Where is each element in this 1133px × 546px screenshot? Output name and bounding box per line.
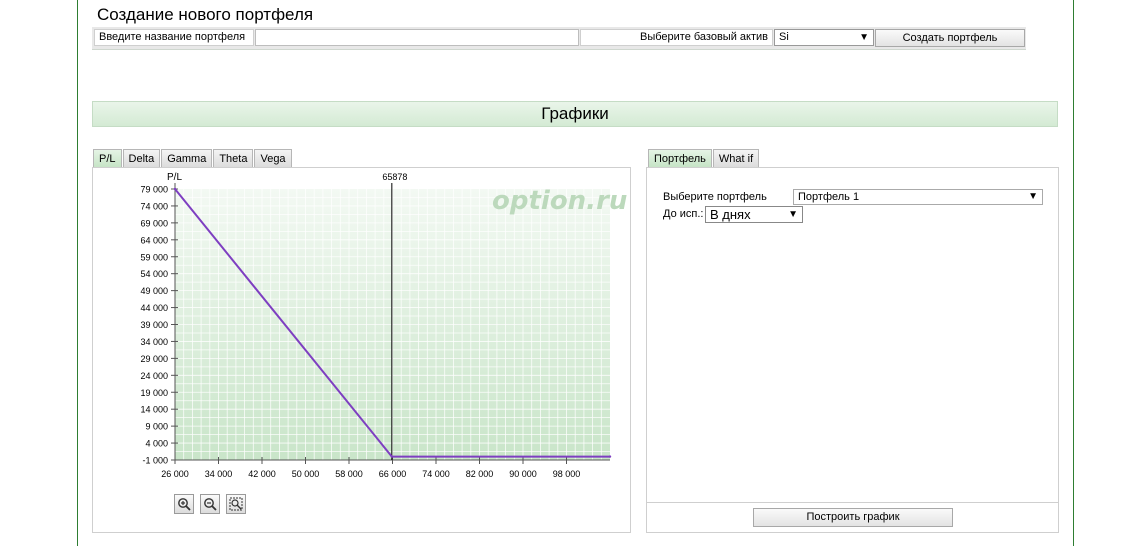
left-frame-line <box>77 0 78 546</box>
x-tick-label: 58 000 <box>335 469 363 479</box>
y-tick-label: 14 000 <box>140 405 168 415</box>
y-tick-label: 59 000 <box>140 252 168 262</box>
tab-pl[interactable]: P/L <box>93 149 122 167</box>
y-tick-label: -1 000 <box>142 456 168 466</box>
chevron-down-icon: ▼ <box>1028 191 1038 202</box>
option-ru-watermark: option.ru <box>492 186 628 216</box>
tab-gamma[interactable]: Gamma <box>161 149 213 167</box>
build-chart-button[interactable]: Построить график <box>753 508 953 527</box>
y-tick-label: 64 000 <box>140 235 168 245</box>
zoom-reset-icon <box>229 497 243 511</box>
create-portfolio-button[interactable]: Создать портфель <box>875 29 1025 47</box>
y-tick-label: 69 000 <box>140 218 168 228</box>
pl-chart: P/L 79 000 74 000 69 000 64 000 59 000 54 000 4… <box>140 172 612 479</box>
zoom-out-icon <box>204 498 217 511</box>
tab-portfolio[interactable]: Портфель <box>648 149 712 167</box>
x-tick-label: 98 000 <box>553 469 581 479</box>
chart-tabs: P/L Delta Gamma Theta Vega <box>93 149 292 167</box>
expiry-select[interactable]: В днях ▼ <box>705 206 803 223</box>
x-tick-label: 90 000 <box>509 469 537 479</box>
current-price-label: 65878 <box>382 172 407 182</box>
y-tick-label: 44 000 <box>140 303 168 313</box>
page-title: Создание нового портфеля <box>97 5 314 24</box>
tab-vega[interactable]: Vega <box>254 149 292 167</box>
x-tick-label: 50 000 <box>292 469 320 479</box>
y-tick-label: 34 000 <box>140 337 168 347</box>
y-axis-title: P/L <box>167 172 182 183</box>
zoom-reset-button[interactable] <box>226 494 246 514</box>
y-tick-label: 54 000 <box>140 269 168 279</box>
expiry-select-value: В днях <box>710 207 751 222</box>
pl-series-point <box>173 187 177 191</box>
portfolio-select-label: Выберите портфель <box>663 191 767 203</box>
portfolio-select[interactable]: Портфель 1 ▼ <box>793 189 1043 205</box>
create-portfolio-bar: Введите название портфеля Выберите базов… <box>92 27 1026 50</box>
base-asset-value: Si <box>779 31 789 43</box>
x-tick-label: 26 000 <box>161 469 189 479</box>
pl-series-point <box>390 455 394 458</box>
chevron-down-icon: ▼ <box>859 32 869 43</box>
tab-delta[interactable]: Delta <box>122 149 161 167</box>
base-asset-select[interactable]: Si ▼ <box>774 29 874 46</box>
x-tick-label: 34 000 <box>205 469 233 479</box>
base-asset-label: Выберите базовый актив <box>580 29 773 46</box>
y-tick-label: 79 000 <box>140 185 168 195</box>
graphs-section-header: Графики <box>92 101 1058 127</box>
tab-theta[interactable]: Theta <box>213 149 254 167</box>
chevron-down-icon: ▼ <box>788 209 798 220</box>
y-tick-label: 74 000 <box>140 201 168 211</box>
x-tick-label: 66 000 <box>379 469 407 479</box>
x-tick-label: 42 000 <box>248 469 276 479</box>
portfolio-name-label: Введите название портфеля <box>94 29 254 46</box>
pl-series-point <box>608 455 612 458</box>
zoom-in-icon <box>178 498 191 511</box>
x-tick-label: 74 000 <box>422 469 450 479</box>
x-tick-label: 82 000 <box>466 469 494 479</box>
y-tick-label: 19 000 <box>140 388 168 398</box>
y-tick-label: 29 000 <box>140 354 168 364</box>
tab-what-if[interactable]: What if <box>712 149 760 167</box>
portfolio-tabs: Портфель What if <box>648 149 760 167</box>
zoom-out-button[interactable] <box>200 494 220 514</box>
y-tick-label: 9 000 <box>145 422 168 432</box>
right-frame-line <box>1073 0 1074 546</box>
portfolio-name-input[interactable] <box>255 29 579 46</box>
portfolio-select-value: Портфель 1 <box>798 191 860 203</box>
panel-divider <box>647 502 1058 503</box>
y-tick-label: 24 000 <box>140 371 168 381</box>
zoom-in-button[interactable] <box>174 494 194 514</box>
y-tick-label: 39 000 <box>140 320 168 330</box>
y-tick-label: 4 000 <box>145 439 168 449</box>
expiry-label: До исп.: <box>663 208 704 220</box>
y-tick-label: 49 000 <box>140 286 168 296</box>
